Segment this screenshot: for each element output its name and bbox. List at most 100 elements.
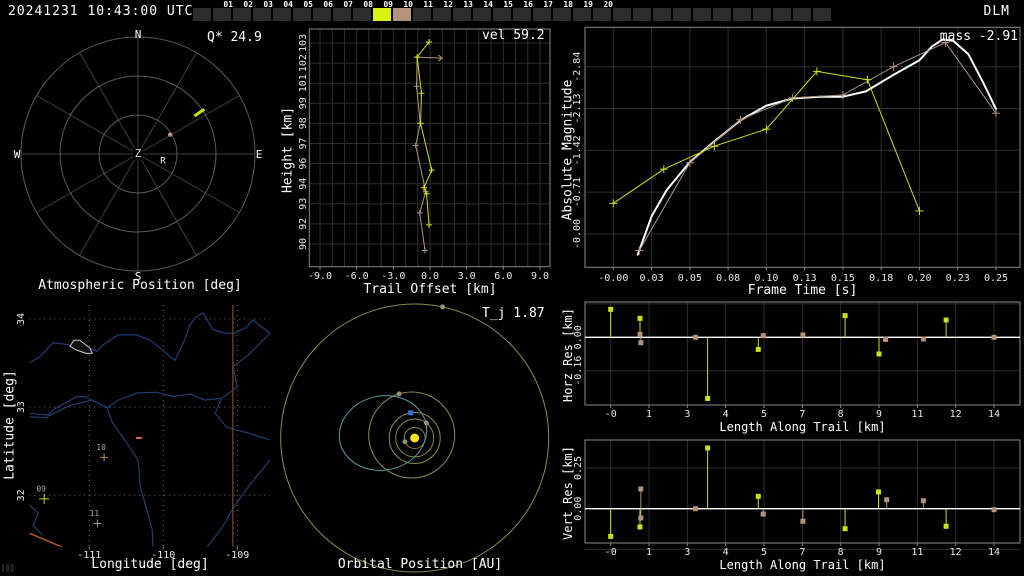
frame-thumb-14[interactable]: 14 [473, 0, 493, 21]
panel-trail-offset: -9.0 -6.0 -3.0 0.0 3.0 6.0 9.0 103 102 101 99 98 97 9… [280, 24, 560, 300]
tick-label: 90 [298, 238, 309, 250]
frame-thumb-15[interactable]: 15 [493, 0, 513, 21]
frame-thumb-09[interactable]: 09 [373, 0, 393, 21]
frame-thumb-05[interactable]: 05 [293, 0, 313, 21]
frame-thumb-12[interactable]: 12 [433, 0, 453, 21]
frame-thumb-01[interactable]: 01 [213, 0, 233, 21]
data-point-marker [635, 246, 644, 255]
frame-thumb-19[interactable]: 19 [573, 0, 593, 21]
frame-thumb-label: 19 [583, 0, 593, 9]
map-ylabel: Latitude [deg] [2, 370, 18, 480]
lake-outline [69, 339, 94, 354]
tick-label: 96 [298, 158, 309, 170]
series-line [638, 42, 997, 251]
tick-label: 92 [298, 218, 309, 230]
tick-label: 5 [761, 547, 767, 558]
tick-label: 4 [723, 547, 729, 558]
tick-label: -3.0 [381, 271, 405, 282]
frame-thumb[interactable] [773, 8, 791, 21]
planet-earth [408, 410, 414, 416]
tick-label: 7 [799, 547, 805, 558]
frame-thumb-03[interactable]: 03 [253, 0, 273, 21]
data-point-marker [609, 199, 618, 208]
tick-label: 5 [761, 409, 767, 420]
panel-light-curve: -0.00 0.03 0.05 0.08 0.10 0.13 0.15 0.18 0.20 0.2… [560, 24, 1024, 300]
frame-thumb-label: 16 [523, 0, 533, 9]
tick-label: -0.00 [572, 219, 583, 249]
data-point-marker [838, 90, 847, 99]
tick-label: 34 [16, 313, 27, 325]
frame-thumb[interactable] [633, 8, 651, 21]
frame-thumb-20[interactable]: 20 [593, 0, 613, 21]
sun [410, 433, 420, 443]
compass-label-N: N [135, 28, 142, 41]
tick-label: 6.0 [494, 271, 512, 282]
tick-label: 8 [838, 547, 844, 558]
data-point-marker [100, 453, 109, 462]
station-marker-11: 11 [90, 509, 102, 528]
planet-jupiter [440, 304, 446, 310]
frame-thumb[interactable] [793, 8, 811, 21]
river-line [29, 395, 154, 547]
residual-point [705, 445, 711, 451]
frame-thumb[interactable] [613, 8, 631, 21]
station-label-11: 11 [90, 509, 100, 518]
residual-point [608, 533, 614, 539]
frame-thumb-label: 03 [263, 0, 273, 9]
map-content: 09 10 11 [29, 305, 270, 547]
vert-xlabel: Length Along Trail [km] [719, 558, 886, 572]
station-label-09: 09 [36, 484, 46, 493]
frame-thumb-10[interactable]: 10 [393, 0, 413, 21]
frame-thumb[interactable] [733, 8, 751, 21]
atmospheric-xlabel: Atmospheric Position [deg] [38, 278, 242, 293]
residual-point [943, 317, 949, 323]
polar-spoke [137, 153, 197, 256]
frame-thumb-13[interactable]: 13 [453, 0, 473, 21]
horz-xlabel: Length Along Trail [km] [719, 420, 886, 434]
frame-thumb[interactable] [673, 8, 691, 21]
residual-point [638, 515, 644, 521]
tick-label: 98 [298, 117, 309, 129]
frame-thumb[interactable] [813, 8, 831, 21]
residual-point [842, 313, 848, 319]
data-point-marker [992, 109, 1000, 118]
residuals-station-09 [608, 306, 949, 401]
frame-thumb-label: 20 [603, 0, 613, 9]
border-line [29, 532, 63, 547]
frame-thumb-08[interactable]: 08 [353, 0, 373, 21]
frame-thumb-11[interactable]: 11 [413, 0, 433, 21]
station-marker-10: 10 [96, 443, 109, 462]
zenith-label: Z [135, 147, 142, 160]
frame-thumb-02[interactable]: 02 [233, 0, 253, 21]
data-point-marker [39, 493, 50, 504]
frame-thumb[interactable] [653, 8, 671, 21]
frame-thumb-label: 13 [463, 0, 473, 9]
plot-grid [585, 302, 1020, 405]
frame-thumb-16[interactable]: 16 [513, 0, 533, 21]
panel-atmospheric-position: NESWZR Q* 24.9 Atmospheric Position [deg… [0, 24, 280, 300]
data-point-marker [889, 62, 898, 71]
frame-thumb[interactable] [753, 8, 771, 21]
frame-thumb-18[interactable]: 18 [553, 0, 573, 21]
tick-label: 3.0 [458, 271, 476, 282]
data-point-marker [788, 93, 797, 102]
corner-watermark [2, 564, 14, 572]
residual-point [637, 315, 643, 321]
polar-spoke [36, 153, 139, 213]
frame-thumb-06[interactable]: 06 [313, 0, 333, 21]
trail-xlabel: Trail Offset [km] [363, 282, 497, 297]
frame-thumb[interactable] [693, 8, 711, 21]
frame-thumb[interactable] [713, 8, 731, 21]
frame-thumb-17[interactable]: 17 [533, 0, 553, 21]
frame-thumb-label: 01 [223, 0, 233, 9]
tick-label: -2.84 [572, 52, 583, 82]
meteoroid-orbit [338, 395, 428, 471]
planet-venus [423, 420, 429, 426]
frame-thumb-04[interactable]: 04 [273, 0, 293, 21]
tick-label: 97 [298, 137, 309, 149]
tick-label: 11 [911, 547, 923, 558]
map-grid [29, 305, 270, 547]
frame-thumb-07[interactable]: 07 [333, 0, 353, 21]
frame-thumb[interactable] [193, 8, 211, 21]
data-point-marker [417, 120, 424, 127]
